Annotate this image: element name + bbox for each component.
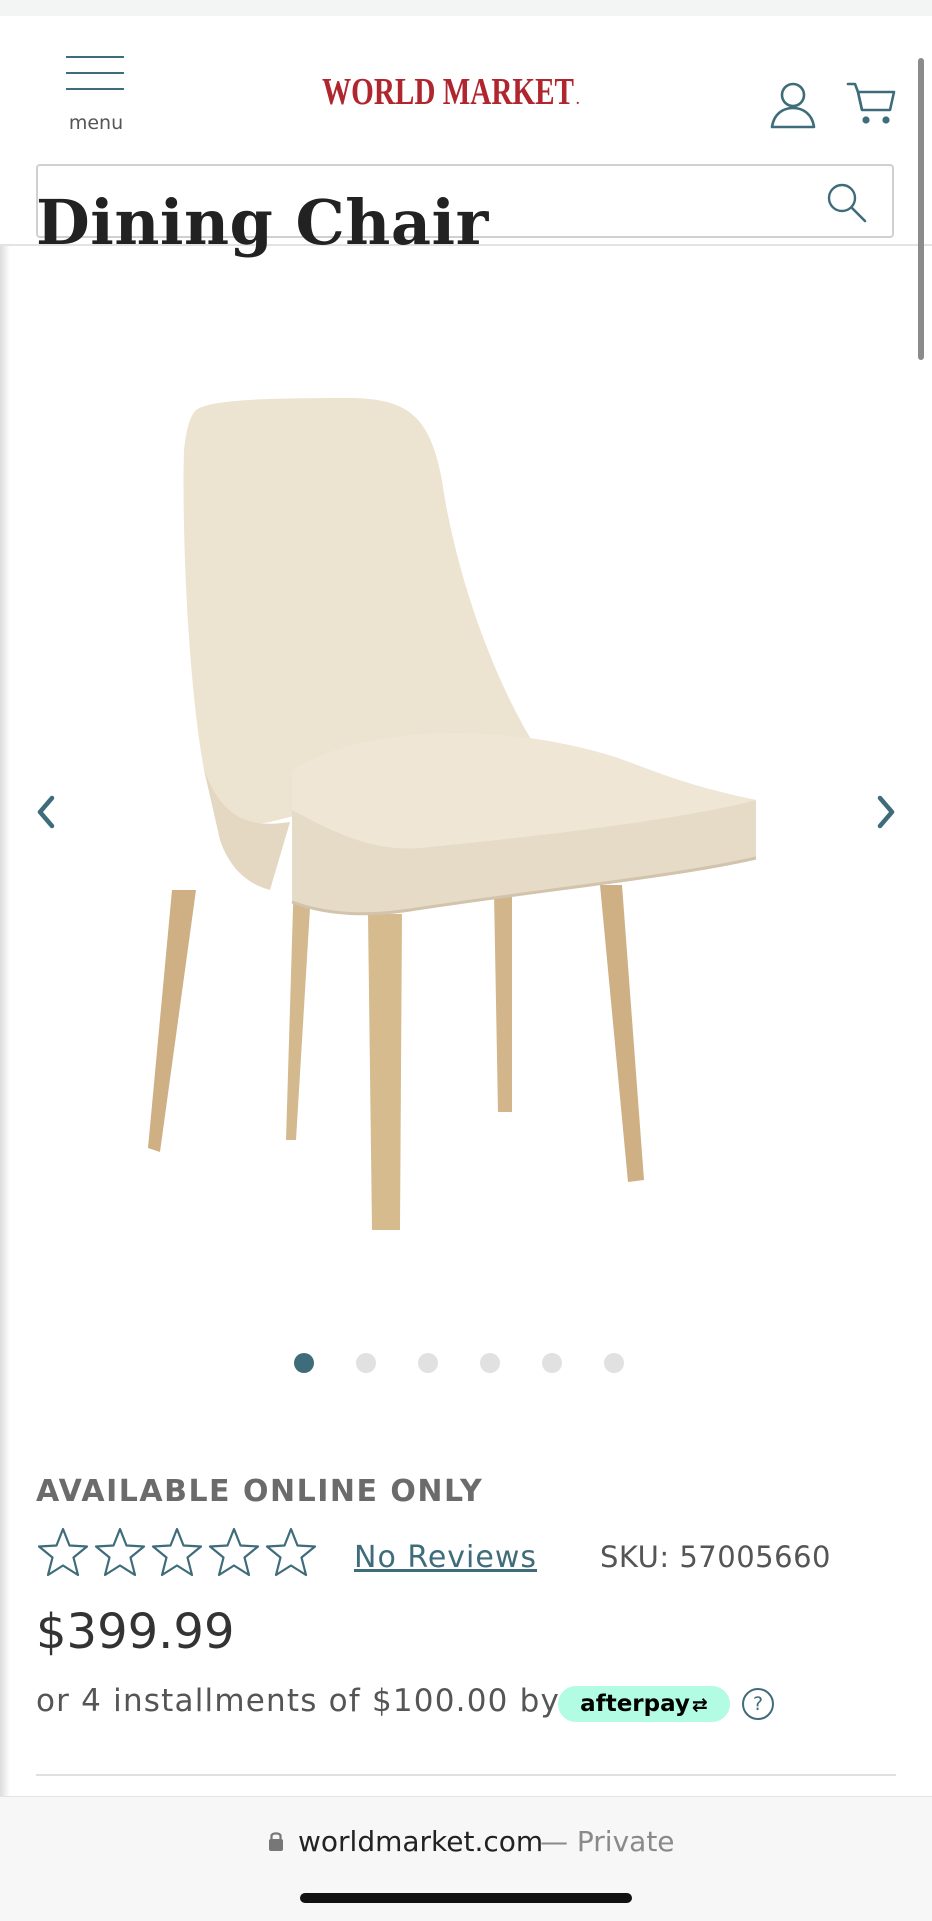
star-empty-icon	[94, 1527, 146, 1577]
product-title: Dining Chair	[36, 186, 489, 259]
private-label: — Private	[540, 1825, 675, 1858]
carousel-dot-6[interactable]	[604, 1353, 624, 1373]
installments-text: or 4 installments of $100.00 by	[36, 1683, 561, 1719]
menu-line	[66, 88, 124, 90]
star-empty-icon	[151, 1527, 203, 1577]
carousel-dot-4[interactable]	[480, 1353, 500, 1373]
afterpay-arrows-icon: ⇄	[691, 1694, 708, 1716]
section-divider	[36, 1774, 896, 1776]
afterpay-label: afterpay	[580, 1691, 690, 1717]
search-icon[interactable]	[826, 182, 868, 224]
star-empty-icon	[265, 1527, 317, 1577]
star-empty-icon	[37, 1527, 89, 1577]
logo-registered-mark: .	[576, 93, 580, 108]
product-price: $399.99	[36, 1604, 235, 1660]
url-text[interactable]: worldmarket.com	[298, 1825, 543, 1858]
reviews-link[interactable]: No Reviews	[354, 1540, 537, 1575]
carousel-dot-5[interactable]	[542, 1353, 562, 1373]
scrollbar[interactable]	[918, 58, 924, 360]
cart-icon[interactable]	[846, 78, 898, 130]
availability-label: AVAILABLE ONLINE ONLY	[36, 1474, 484, 1509]
rating-stars	[36, 1526, 322, 1582]
sku-label: SKU: 57005660	[600, 1540, 831, 1574]
home-indicator[interactable]	[300, 1893, 632, 1903]
carousel-dot-2[interactable]	[356, 1353, 376, 1373]
afterpay-badge[interactable]: afterpay ⇄	[558, 1686, 730, 1722]
page-edge-shadow	[0, 128, 10, 1796]
product-image-chair[interactable]	[120, 370, 800, 1290]
carousel-dot-3[interactable]	[418, 1353, 438, 1373]
lock-icon	[269, 1832, 283, 1851]
menu-label: menu	[68, 112, 124, 134]
afterpay-info-icon[interactable]: ?	[742, 1688, 774, 1720]
status-strip	[0, 0, 932, 16]
carousel-prev-arrow-icon[interactable]	[32, 790, 60, 834]
menu-button[interactable]: menu	[60, 56, 132, 134]
browser-address-bar: worldmarket.com — Private	[0, 1796, 932, 1921]
logo-text: WORLD MARKET	[322, 71, 574, 113]
carousel-dot-1[interactable]	[294, 1353, 314, 1373]
account-icon[interactable]	[768, 80, 818, 130]
menu-line	[66, 56, 124, 58]
star-empty-icon	[208, 1527, 260, 1577]
menu-line	[66, 72, 124, 74]
carousel-next-arrow-icon[interactable]	[872, 790, 900, 834]
world-market-logo[interactable]: WORLD MARKET .	[322, 62, 586, 118]
